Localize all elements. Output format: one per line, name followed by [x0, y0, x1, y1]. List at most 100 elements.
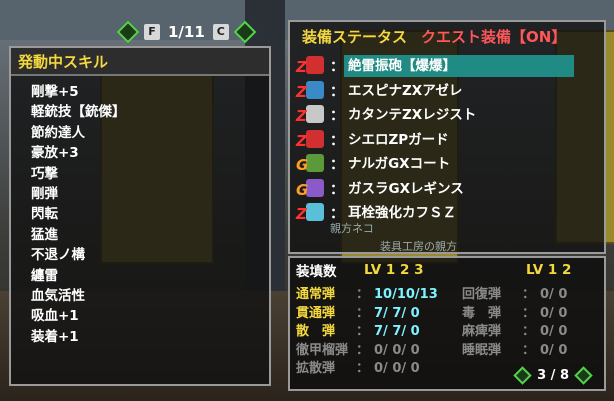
equipment-row[interactable]: Z ：シエロZPガード	[296, 128, 596, 152]
armor-piece-icon	[306, 80, 324, 99]
armor-piece-icon	[306, 203, 324, 221]
armor-piece-icon	[306, 105, 324, 123]
armor-piece-icon	[306, 129, 324, 148]
skill-item: 吸血+1	[31, 308, 79, 325]
ammo-value-right: 0/ 0	[540, 287, 568, 302]
equipment-name: 絶雷振砲【爆爆】	[344, 55, 574, 77]
ammo-value-right: 0/ 0	[540, 342, 568, 358]
separator: ：	[356, 287, 370, 302]
equipment-status-panel: 装備ステータス クエスト装備【ON】 Z：絶雷振砲【爆爆】 Z：エスピナZXアゼレ…	[288, 20, 606, 254]
separator: ：	[330, 108, 344, 124]
ammo-name-right: 睡眠弾	[462, 342, 502, 358]
rank-badge: Z	[296, 58, 307, 76]
background-text-shop: 装具工房の親方	[380, 240, 457, 253]
ammo-name: 拡散弾	[296, 361, 336, 376]
skill-item: 猛進	[31, 226, 58, 243]
ammo-title: 装填数	[296, 264, 337, 280]
ammo-page-number: 3 / 8	[537, 368, 569, 383]
next-page-icon[interactable]	[233, 20, 257, 44]
ammo-value: 7/ 7/ 0	[374, 305, 420, 321]
ammo-row: 貫通弾： 7/ 7/ 0毒 弾： 0/ 0	[296, 305, 600, 324]
armor-piece-icon	[306, 154, 324, 172]
ammo-row: 通常弾 ： 10/10/13 回復弾 ： 0/ 0	[296, 286, 600, 305]
next-ammo-page-icon[interactable]	[574, 366, 593, 385]
equipment-row[interactable]: Z ：絶雷振砲【爆爆】	[296, 54, 596, 78]
skill-item: 纏雷	[31, 267, 58, 284]
rank-badge: Z	[296, 82, 307, 101]
equipment-status-title: 装備ステータス	[302, 27, 408, 46]
skill-item: 装着+1	[31, 328, 79, 345]
equipment-icon: G	[296, 153, 330, 175]
equipment-icon: Z	[296, 55, 330, 77]
equipment-row[interactable]: Z ：カタンテZXレジスト	[296, 103, 596, 127]
equipment-name: シエロZPガード	[348, 131, 449, 148]
page-indicator: F 1/11 C	[116, 20, 257, 44]
quest-equipment-label[interactable]: クエスト装備【ON】	[421, 26, 566, 47]
c-key-icon[interactable]: C	[212, 24, 229, 40]
separator: ：	[330, 181, 344, 198]
separator: ：	[522, 287, 536, 302]
separator: ：	[330, 157, 344, 173]
ammo-capacity-panel: 装填数 LV 1 2 3 LV 1 2 通常弾： 10/10/13 回復弾： 0/ 0…	[288, 256, 606, 391]
separator: ：	[356, 324, 370, 339]
background-text-neko: 親方ネコ	[330, 222, 374, 235]
ammo-value: 0/ 0/ 0	[374, 342, 420, 358]
separator: ：	[356, 342, 370, 358]
ammo-row: 散 弾 ： 7/ 7/ 0 麻痺弾 ： 0/ 0	[296, 323, 600, 342]
skill-item: 剛撃+5	[31, 84, 79, 100]
skill-item: 豪放+3	[31, 145, 79, 162]
active-skills-panel: 発動中スキル 剛撃+5 軽銃技【銃傑】 節約達人豪放+3 巧撃剛弾閃転猛進不退ノ構纏雷…	[9, 46, 271, 386]
armor-piece-icon	[306, 178, 324, 197]
separator: ：	[330, 59, 344, 75]
armor-piece-icon	[306, 56, 324, 74]
ammo-name-right: 回復弾	[462, 287, 502, 302]
equipment-icon: Z	[296, 80, 330, 102]
equipment-name: カタンテZXレジスト	[348, 107, 477, 123]
ammo-pager: 3 / 8	[513, 366, 593, 385]
skill-item: 剛弾	[31, 185, 58, 202]
prev-page-icon[interactable]	[116, 20, 140, 44]
separator: ：	[522, 342, 536, 358]
ammo-value: 7/ 7/ 0	[374, 324, 420, 339]
separator: ：	[330, 132, 344, 149]
f-key-icon[interactable]: F	[144, 24, 160, 40]
ammo-table: 通常弾： 10/10/13 回復弾： 0/ 0 貫通弾： 7/ 7/ 0毒 弾： 0/ 0…	[296, 286, 600, 379]
ammo-name-right: 毒 弾	[462, 305, 502, 321]
equipment-name: エスピナZXアゼレ	[348, 82, 463, 99]
ammo-value-right: 0/ 0	[540, 324, 568, 339]
rank-badge: Z	[296, 205, 307, 223]
ammo-value: 0/ 0/ 0	[374, 361, 420, 376]
equipment-row[interactable]: G ：ナルガGXコート	[296, 152, 596, 176]
separator: ：	[522, 324, 536, 339]
rank-badge: G	[296, 180, 309, 199]
equipment-row[interactable]: G ：ガスラGXレギンス	[296, 177, 596, 201]
active-skills-title: 発動中スキル	[11, 48, 269, 76]
page-number: 1/11	[168, 23, 205, 41]
skills-list: 剛撃+5 軽銃技【銃傑】 節約達人豪放+3 巧撃剛弾閃転猛進不退ノ構纏雷血気活性吸血+…	[11, 76, 269, 347]
skill-item: 節約達人	[31, 124, 85, 141]
level-header-right: LV 1 2	[526, 262, 572, 278]
skill-item: 不退ノ構	[31, 247, 85, 264]
skill-item: 閃転	[31, 206, 58, 223]
ammo-name: 貫通弾	[296, 305, 336, 321]
skill-item: 巧撃	[31, 165, 58, 182]
ammo-value-right: 0/ 0	[540, 305, 568, 321]
equipment-row[interactable]: Z ：エスピナZXアゼレ	[296, 79, 596, 103]
separator: ：	[330, 83, 344, 100]
equipment-icon: Z	[296, 202, 330, 224]
ammo-name: 散 弾	[296, 324, 336, 339]
rank-badge: Z	[296, 107, 307, 125]
separator: ：	[356, 305, 370, 321]
separator: ：	[356, 361, 370, 376]
ammo-row: 徹甲榴弾： 0/ 0/ 0 睡眠弾： 0/ 0	[296, 342, 600, 361]
level-header-left: LV 1 2 3	[364, 262, 424, 278]
ammo-value: 10/10/13	[374, 287, 438, 302]
prev-ammo-page-icon[interactable]	[513, 366, 532, 385]
ammo-name: 徹甲榴弾	[296, 342, 349, 358]
rank-badge: Z	[296, 131, 307, 150]
skill-item: 軽銃技【銃傑】	[31, 104, 126, 121]
ammo-name-right: 麻痺弾	[462, 324, 502, 339]
skill-item: 血気活性	[31, 287, 85, 304]
equipment-icon: Z	[296, 104, 330, 126]
separator: ：	[522, 305, 536, 321]
